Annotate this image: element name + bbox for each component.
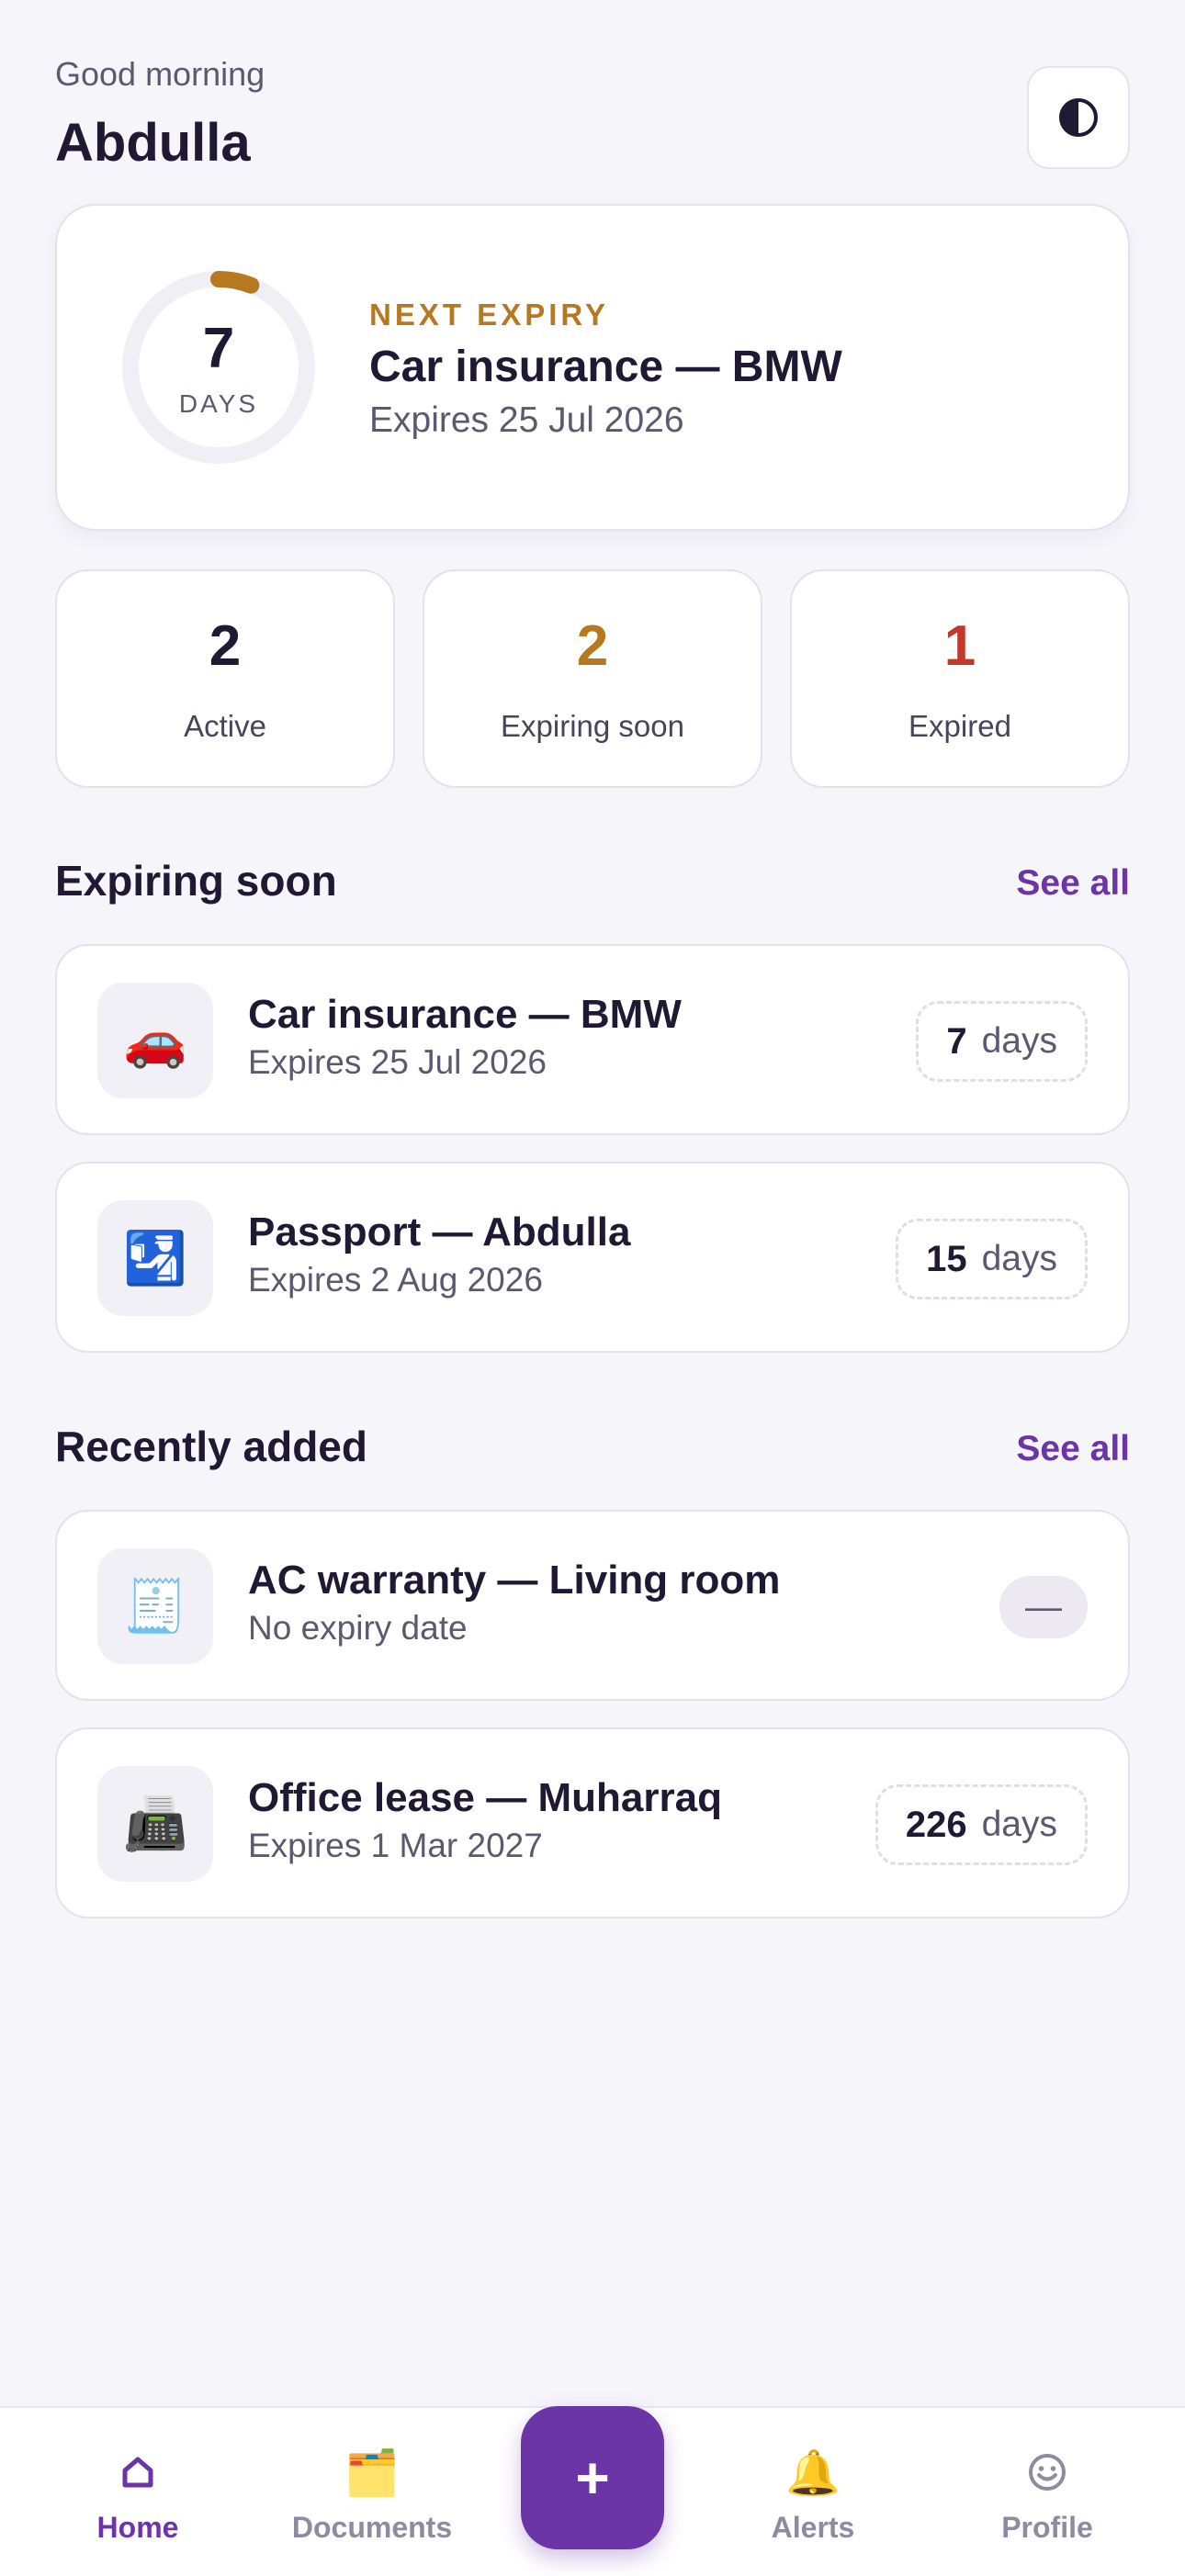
item-subtitle: Expires 1 Mar 2027: [248, 1827, 543, 1864]
item-title: AC warranty — Living room: [248, 1558, 781, 1603]
stat-value: 2: [576, 614, 609, 678]
stat-value: 2: [209, 614, 242, 678]
user-name: Abdulla: [55, 113, 251, 173]
receipt-icon: 🧾: [97, 1548, 213, 1664]
days-badge: 7 days: [916, 1001, 1088, 1082]
tab-profile[interactable]: Profile: [946, 2445, 1148, 2545]
tab-home[interactable]: Home: [37, 2445, 239, 2545]
list-item[interactable]: 🧾 AC warranty — Living room No expiry da…: [55, 1510, 1130, 1701]
contrast-icon: [1059, 98, 1098, 137]
greeting: Good morning: [55, 55, 265, 93]
home-icon: [37, 2445, 239, 2500]
days-count: 7: [946, 1020, 967, 1062]
list-item[interactable]: 🛂 Passport — Abdulla Expires 2 Aug 2026 …: [55, 1162, 1130, 1353]
tab-label: Documents: [291, 2511, 453, 2544]
no-expiry-badge: —: [999, 1576, 1088, 1638]
days-badge: 15 days: [896, 1219, 1088, 1299]
recent-see-all-link[interactable]: See all: [1016, 1429, 1130, 1469]
tab-label: Profile: [1001, 2511, 1093, 2544]
next-expiry-label: NEXT EXPIRY: [369, 298, 609, 332]
item-title: Office lease — Muharraq: [248, 1775, 722, 1820]
days-remaining-number: 7: [202, 317, 235, 380]
stat-label: Active: [184, 709, 266, 743]
tab-label: Alerts: [771, 2511, 855, 2544]
recently-added-heading: Recently added: [55, 1423, 367, 1470]
item-subtitle: Expires 25 Jul 2026: [248, 1043, 547, 1081]
stat-label: Expired: [908, 709, 1011, 743]
bell-icon: 🔔: [785, 2448, 841, 2498]
expiring-soon-heading: Expiring soon: [55, 857, 337, 905]
stat-active[interactable]: 2 Active: [55, 569, 395, 788]
next-expiry-title: Car insurance — BMW: [369, 343, 842, 391]
days-progress-ring: 7 DAYS: [119, 268, 318, 467]
item-title: Car insurance — BMW: [248, 992, 682, 1037]
days-unit: days: [981, 1805, 1057, 1844]
stat-expiring-soon[interactable]: 2 Expiring soon: [423, 569, 762, 788]
days-unit: days: [981, 1239, 1057, 1278]
tab-alerts[interactable]: 🔔 Alerts: [712, 2445, 914, 2545]
days-badge: 226 days: [875, 1784, 1088, 1865]
next-expiry-card[interactable]: 7 DAYS NEXT EXPIRY Car insurance — BMW E…: [55, 204, 1130, 531]
list-item[interactable]: 📠 Office lease — Muharraq Expires 1 Mar …: [55, 1727, 1130, 1918]
tab-label: Home: [96, 2511, 179, 2544]
car-icon: 🚗: [97, 983, 213, 1098]
expiring-see-all-link[interactable]: See all: [1016, 863, 1130, 904]
item-subtitle: No expiry date: [248, 1609, 468, 1647]
tab-documents[interactable]: 🗂️ Documents: [271, 2445, 473, 2545]
list-item[interactable]: 🚗 Car insurance — BMW Expires 25 Jul 202…: [55, 944, 1130, 1135]
smiley-icon: [946, 2445, 1148, 2500]
stat-label: Expiring soon: [501, 709, 684, 743]
item-title: Passport — Abdulla: [248, 1209, 631, 1254]
stat-expired[interactable]: 1 Expired: [790, 569, 1130, 788]
passport-control-icon: 🛂: [97, 1200, 213, 1316]
theme-toggle-button[interactable]: [1027, 66, 1130, 169]
days-remaining-unit: DAYS: [178, 389, 259, 418]
days-count: 15: [926, 1238, 967, 1279]
card-index-dividers-icon: 🗂️: [344, 2448, 400, 2498]
stat-value: 1: [943, 614, 976, 678]
fax-document-icon: 📠: [97, 1766, 213, 1882]
days-unit: days: [981, 1021, 1057, 1061]
days-count: 226: [905, 1804, 967, 1845]
add-document-button[interactable]: +: [521, 2406, 664, 2549]
header: Good morning Abdulla: [55, 55, 1130, 184]
item-subtitle: Expires 2 Aug 2026: [248, 1261, 543, 1299]
next-expiry-date: Expires 25 Jul 2026: [369, 400, 684, 440]
